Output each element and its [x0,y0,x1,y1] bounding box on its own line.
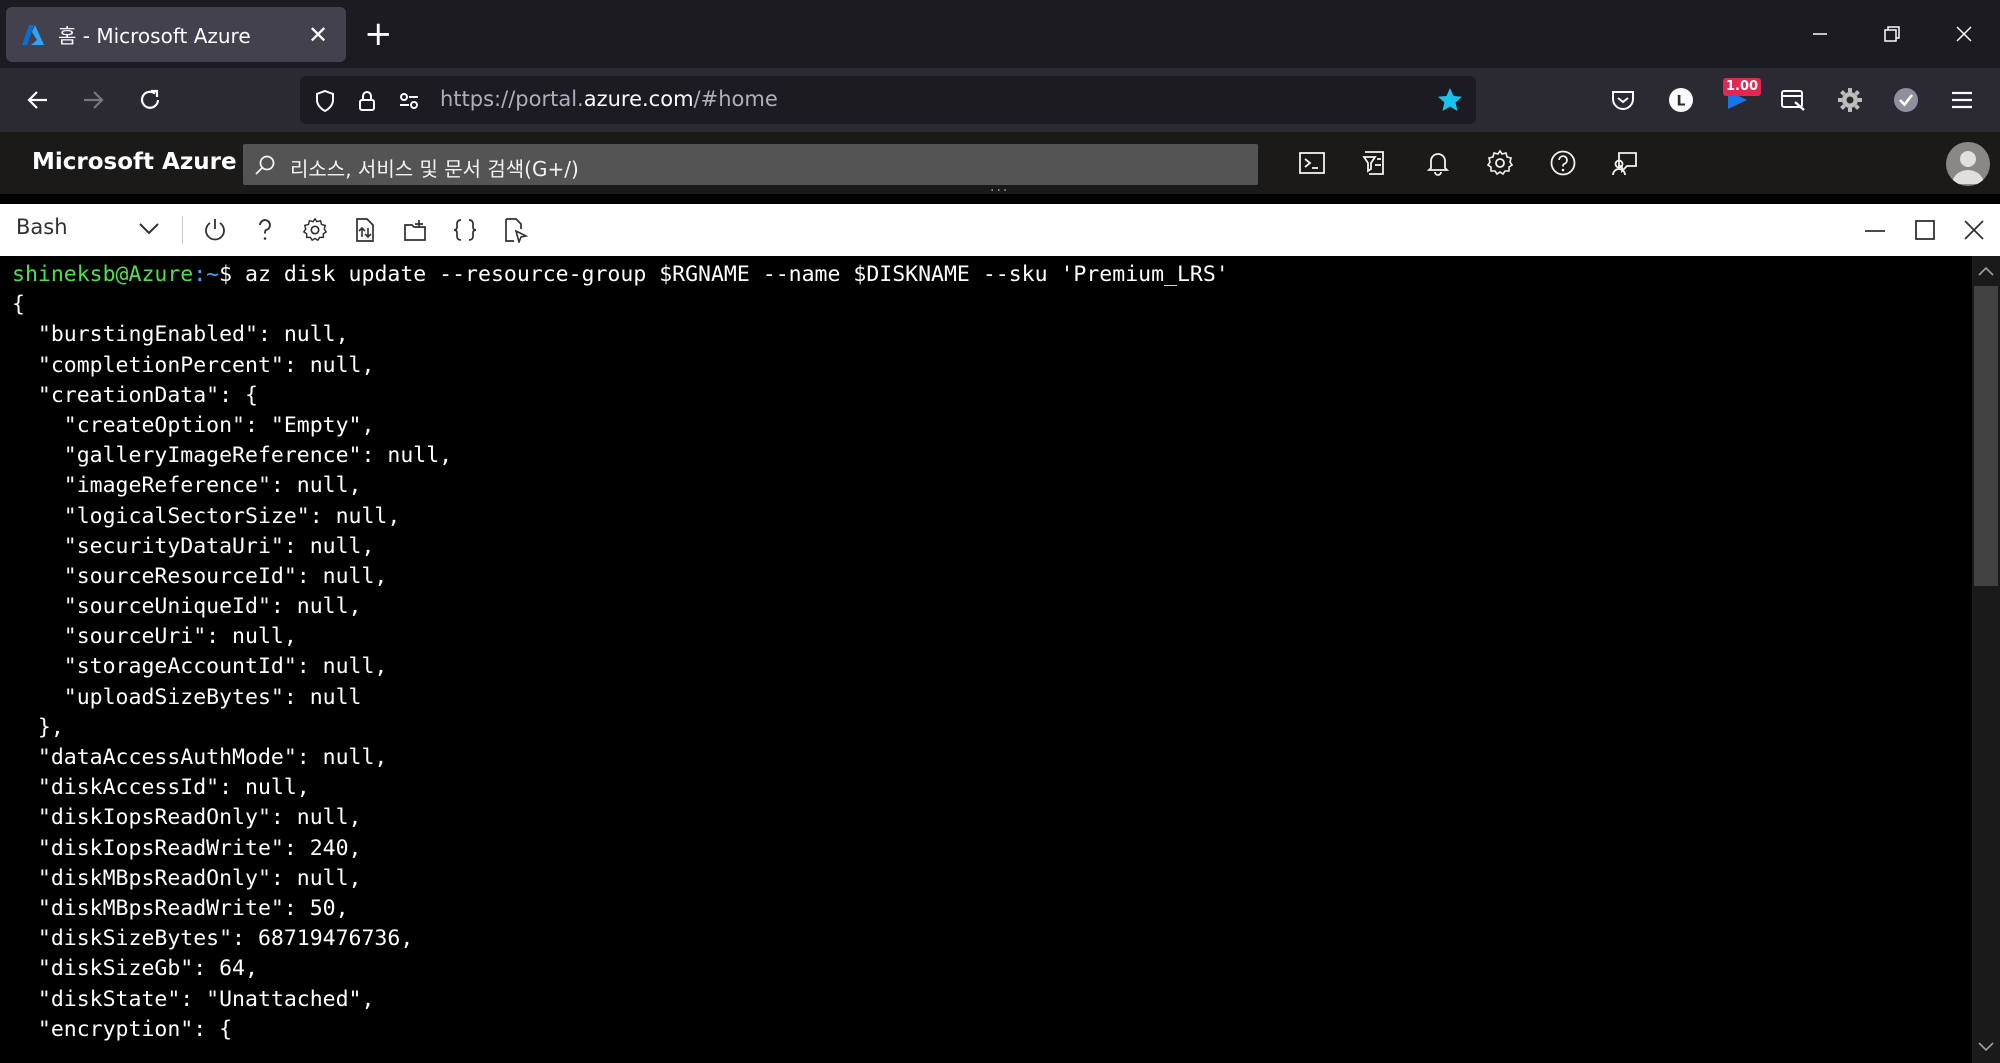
browser-nav-bar: https://portal.azure.com/#home L 1.00 [0,68,2000,132]
terminal-output-line: "storageAccountId": null, [12,654,388,680]
tab-close-icon[interactable]: ✕ [304,21,332,49]
terminal-output-line: "encryption": { [12,1016,233,1042]
terminal-output-line: "dataAccessAuthMode": null, [12,745,388,770]
screenshot-extension-icon[interactable] [1775,82,1811,118]
directory-filter-icon[interactable] [1359,147,1391,179]
web-preview-icon[interactable] [501,216,529,244]
terminal-output-line: "galleryImageReference": null, [12,443,453,469]
lock-icon[interactable] [354,88,380,114]
feedback-icon[interactable] [1609,147,1641,179]
terminal-output-line: }, [12,714,64,740]
bookmark-star-icon[interactable] [1436,86,1464,114]
profile-extension-icon[interactable]: L [1663,82,1699,118]
search-icon [255,155,275,175]
terminal-output: { "burstingEnabled": null, "completionPe… [12,290,1229,1045]
terminal-output-line: "createOption": "Empty", [12,412,375,438]
close-window-icon[interactable] [1928,0,2000,68]
scroll-up-icon[interactable] [1978,264,1994,278]
gear-extension-icon[interactable] [1832,82,1868,118]
window-controls [1784,0,2000,68]
url-host: azure.com [583,87,694,111]
restore-window-icon[interactable] [1856,0,1928,68]
terminal-screen[interactable]: shineksb@Azure:~$ az disk update --resou… [0,256,1972,1063]
power-restart-icon[interactable] [201,216,229,244]
editor-braces-icon[interactable] [451,216,479,244]
help-question-icon[interactable] [1547,147,1579,179]
chevron-down-icon[interactable] [138,220,160,238]
terminal-output-line: "securityDataUri": null, [12,533,375,559]
terminal-output-line: "logicalSectorSize": null, [12,503,401,529]
terminal-output-line: "sourceUniqueId": null, [12,594,362,620]
upload-download-icon[interactable] [351,216,379,244]
command-text: az disk update --resource-group $RGNAME … [245,262,1229,287]
terminal-output-line: "diskIopsReadWrite": 240, [12,835,362,861]
azure-brand[interactable]: Microsoft Azure [32,149,237,175]
terminal-output-line: "diskState": "Unattached", [12,986,375,1012]
terminal-output-line: "diskIopsReadOnly": null, [12,805,362,831]
prompt-path: :~ [193,262,220,287]
permissions-icon[interactable] [396,88,422,114]
resize-grip[interactable]: ··· [990,184,1009,198]
open-new-session-icon[interactable] [401,216,429,244]
new-tab-button[interactable]: + [364,16,393,52]
check-extension-icon[interactable] [1888,82,1924,118]
minimize-shell-icon[interactable] [1861,216,1889,244]
terminal-output-line: "diskMBpsReadOnly": null, [12,865,362,891]
terminal-output-line: "diskSizeBytes": 68719476736, [12,926,414,952]
maximize-shell-icon[interactable] [1911,216,1939,244]
forward-arrow-icon[interactable] [73,80,113,120]
extension-badge: 1.00 [1723,78,1762,96]
terminal-output-line: "burstingEnabled": null, [12,322,349,348]
url-prefix: https://portal. [440,87,584,111]
scroll-down-icon[interactable] [1978,1040,1994,1054]
terminal-output-line: "sourceResourceId": null, [12,563,388,589]
command-line: shineksb@Azure:~$ az disk update --resou… [12,260,1229,290]
toolbar-divider [182,216,183,244]
terminal-output-line: "completionPercent": null, [12,352,375,378]
profile-initial: L [1677,94,1686,110]
terminal-output-line: "imageReference": null, [12,473,362,499]
notifications-bell-icon[interactable] [1422,147,1454,179]
terminal-lines: shineksb@Azure:~$ az disk update --resou… [12,260,1229,1045]
terminal-output-line: "sourceUri": null, [12,624,297,650]
terminal-output-line: "diskMBpsReadWrite": 50, [12,895,349,921]
tab-title: 홈 - Microsoft Azure [58,24,251,48]
terminal-output-line: "uploadSizeBytes": null [12,684,362,710]
cloud-shell-toolbar: Bash [0,204,2000,256]
url-bar[interactable]: https://portal.azure.com/#home [300,76,1476,124]
url-suffix: /#home [693,87,778,111]
shield-icon[interactable] [312,88,338,114]
terminal-output-line: "diskSizeGb": 64, [12,956,258,982]
minimize-window-icon[interactable] [1784,0,1856,68]
close-shell-icon[interactable] [1960,216,1988,244]
hamburger-menu-icon[interactable] [1944,82,1980,118]
help-icon[interactable] [251,216,279,244]
terminal-output-line: { [12,292,25,318]
terminal-output-line: "creationData": { [12,382,258,408]
settings-icon[interactable] [301,216,329,244]
browser-tab-strip: 홈 - Microsoft Azure ✕ + [0,0,2000,68]
scrollbar-thumb[interactable] [1974,286,1998,586]
search-placeholder: 리소스, 서비스 및 문서 검색(G+/) [290,157,579,181]
terminal-output-line: "diskAccessId": null, [12,775,310,801]
user-avatar[interactable] [1946,142,1990,186]
back-arrow-icon[interactable] [18,80,58,120]
browser-tab-azure[interactable]: 홈 - Microsoft Azure ✕ [6,7,346,62]
prompt-user: shineksb@Azure [12,262,194,287]
url-text[interactable]: https://portal.azure.com/#home [440,87,778,111]
settings-gear-icon[interactable] [1484,147,1516,179]
shell-type-select[interactable]: Bash [16,215,68,239]
azure-logo-icon [22,24,44,45]
terminal-scrollbar[interactable] [1972,256,2000,1063]
global-search-box[interactable]: 리소스, 서비스 및 문서 검색(G+/) [243,144,1258,185]
prompt-symbol: $ [219,262,245,287]
reload-icon[interactable] [130,80,170,120]
pocket-icon[interactable] [1605,82,1641,118]
cloud-shell-icon[interactable] [1296,147,1328,179]
